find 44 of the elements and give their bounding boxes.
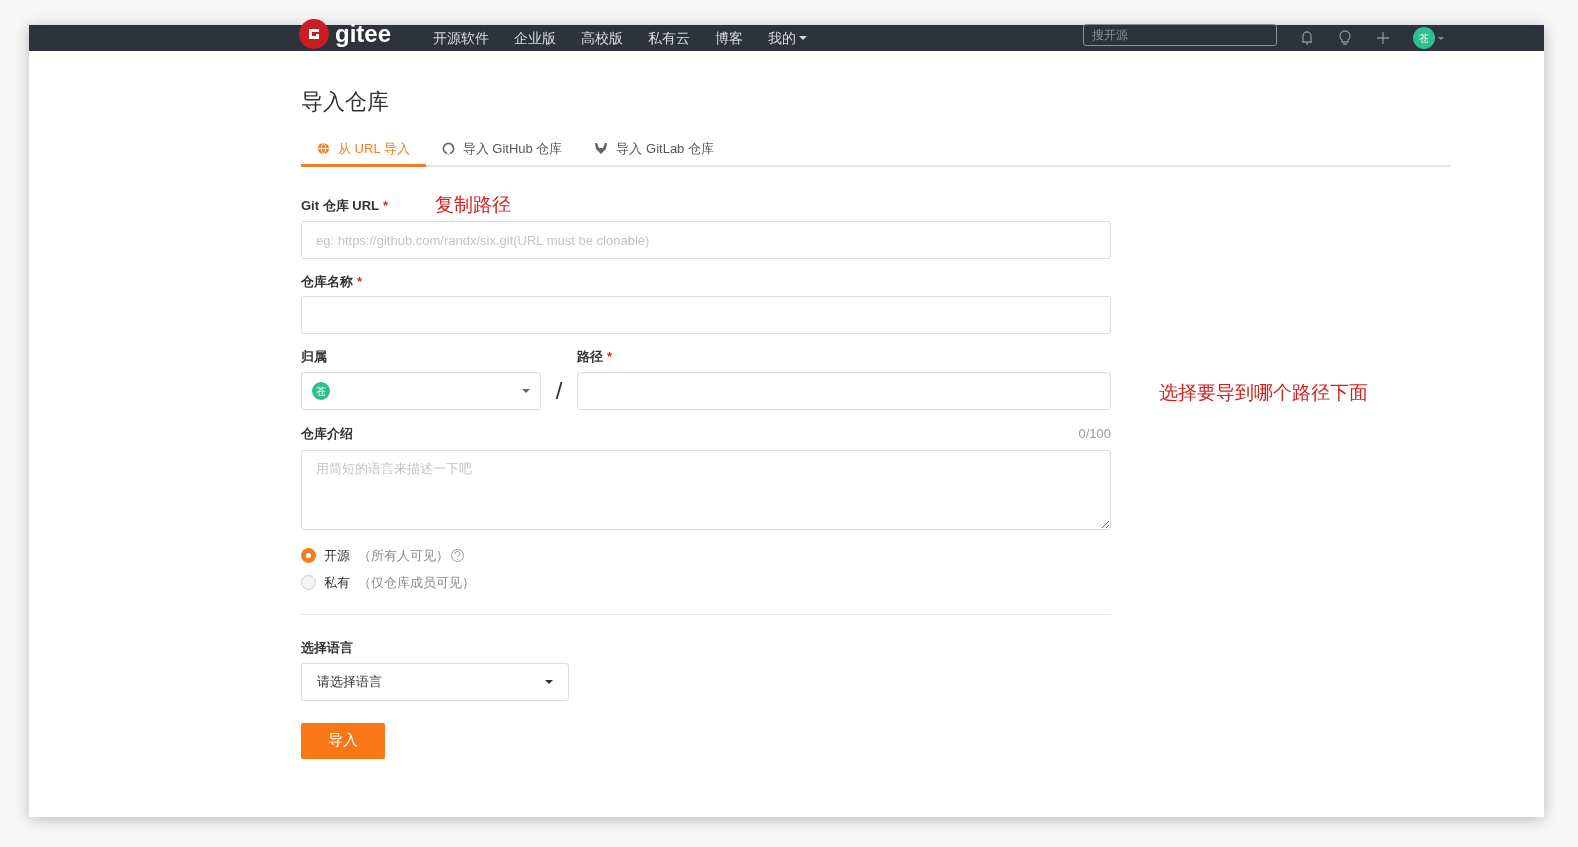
radio-hint: （所有人可见） [358,546,449,565]
input-field[interactable]: eg: https://github.com/randx/six.git(URL must be clonable) [301,221,1111,259]
radio-hint: （仅仓库成员可见） [358,573,475,592]
input-field[interactable] [301,296,1111,334]
radio-label[interactable]: 开源 [324,545,350,566]
radio-button[interactable] [301,548,316,563]
search-field[interactable]: 搜开源 [1083,24,1277,46]
nav-link[interactable]: 博客 [715,27,743,49]
caret-icon [522,389,530,393]
language-dropdown[interactable]: 请选择语言 [301,662,569,701]
nav-link[interactable]: 企业版 [514,27,556,49]
logo-icon[interactable] [299,19,329,49]
field-label: 归属 [301,348,327,367]
nav-link[interactable]: 开源软件 [433,27,489,49]
owner-avatar: 苍 [312,382,330,400]
page-title: 导入仓库 [301,88,390,116]
nav-link[interactable]: 我的 [768,27,807,49]
tab[interactable]: 导入 GitHub 仓库 [425,133,579,167]
required-mark: * [607,348,613,367]
annotation-text: 选择要导到哪个路径下面 [1159,381,1368,405]
tab[interactable]: 导入 GitLab 仓库 [578,133,730,167]
annotation-text: 复制路径 [435,193,511,217]
caret-icon[interactable] [1438,36,1444,40]
plus-icon[interactable] [1375,30,1391,46]
field-label: 路径 [577,348,603,367]
field-label: 选择语言 [301,638,353,657]
path-separator: / [554,376,564,406]
nav-link[interactable]: 私有云 [648,27,690,49]
input-field[interactable] [577,372,1111,410]
required-mark: * [357,273,363,292]
field-label: Git 仓库 URL [301,197,379,216]
field-label: 仓库介绍 [301,425,353,443]
radio-button[interactable] [301,575,316,590]
logo-text[interactable]: gitee [335,22,391,46]
field-label: 仓库名称 [301,273,353,292]
char-counter: 0/100 [1078,425,1111,443]
radio-label[interactable]: 私有 [324,572,350,593]
help-icon[interactable] [451,549,464,562]
nav-link[interactable]: 高校版 [581,27,623,49]
caret-icon [545,679,553,684]
required-mark: * [383,197,389,216]
bell-icon[interactable] [1299,30,1315,46]
globe-icon [317,142,330,155]
lightbulb-icon[interactable] [1337,30,1353,46]
